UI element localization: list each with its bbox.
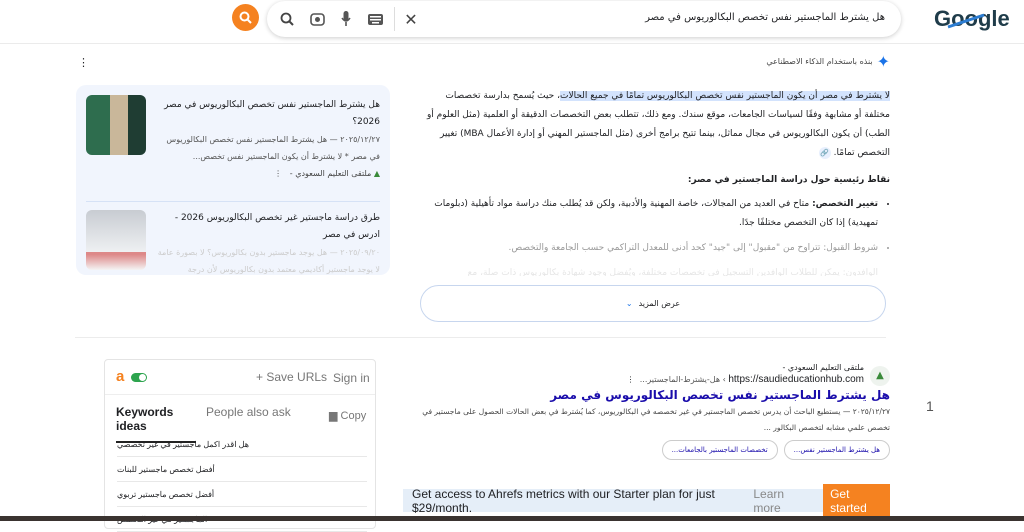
search-box[interactable]: هل يشترط الماجستير نفس تخصص البكالوريوس …: [267, 1, 901, 37]
chevron-down-icon: ⌄: [625, 299, 633, 308]
sources-panel: هل يشترط الماجستير نفس تخصص البكالوريوس …: [76, 85, 390, 275]
card-snippet: ٢٠٢٥/٠٩/٢٠ — هل يوجد ماجستير بدون بكالور…: [157, 248, 380, 274]
card-title: هل يشترط الماجستير نفس تخصص البكالوريوس …: [164, 100, 380, 127]
separator: [394, 7, 395, 31]
microphone-icon[interactable]: [337, 10, 355, 28]
keyword-item[interactable]: أفضل تخصص ماجستير تربوي: [117, 482, 367, 507]
more-options-icon[interactable]: ⋮: [274, 169, 282, 178]
divider: [75, 337, 886, 338]
ai-overview-label: بنذه باستخدام الذكاء الاصطناعي: [766, 57, 873, 66]
taskbar-strip: [0, 516, 1024, 521]
ai-overview: ✦ بنذه باستخدام الذكاء الاصطناعي لا يشترط…: [420, 52, 890, 282]
key-points-heading: نقاط رئيسية حول دراسة الماجستير في مصر:: [687, 175, 890, 185]
site-favicon: ▲: [373, 169, 380, 178]
copy-icon: ▆: [329, 410, 338, 422]
ahrefs-banner: Get access to Ahrefs metrics with our St…: [403, 483, 890, 518]
lens-icon[interactable]: [308, 10, 326, 28]
sign-in-link[interactable]: Sign in: [333, 371, 370, 385]
bullet-item: شروط القبول: تتراوح من "مقبول" إلى "جيد"…: [420, 239, 878, 258]
source-card[interactable]: طرق دراسة ماجستير غير تخصص البكالوريوس 2…: [86, 210, 380, 275]
result-title-link[interactable]: هل يشترط الماجستير نفس تخصص البكالوريوس …: [400, 388, 890, 402]
card-source: ملتقى التعليم السعودي -: [289, 169, 372, 178]
search-icon: [239, 11, 252, 24]
logo-doodle-stroke: [947, 13, 985, 29]
more-options-icon[interactable]: ⋮: [78, 56, 89, 69]
site-favicon: ▲: [870, 366, 890, 386]
learn-more-link[interactable]: Learn more: [753, 487, 808, 515]
search-result[interactable]: ▲ ملتقى التعليم السعودي - https://saudie…: [400, 362, 890, 460]
result-rank: 1: [926, 398, 934, 414]
card-title: طرق دراسة ماجستير غير تخصص البكالوريوس 2…: [174, 213, 380, 240]
tab-people-also-ask[interactable]: People also ask: [206, 405, 291, 419]
clear-icon[interactable]: ✕: [402, 10, 420, 29]
source-card[interactable]: هل يشترط الماجستير نفس تخصص البكالوريوس …: [86, 95, 380, 185]
toggle-switch[interactable]: [131, 373, 147, 382]
get-started-button[interactable]: Get started: [823, 483, 890, 518]
card-snippet: ٢٠٢٥/١٢/٢٧ — هل يشترط الماجستير نفس تخصص…: [166, 135, 380, 161]
more-options-icon[interactable]: ⋮: [627, 375, 635, 384]
plus-icon: +: [256, 370, 264, 384]
bullet-item: تغيير التخصص: متاح في العديد من المجالات…: [420, 195, 878, 233]
ahrefs-logo-icon: a: [116, 368, 125, 385]
search-submit-button[interactable]: [232, 4, 259, 31]
result-snippet: ٢٠٢٥/١٢/٢٧ — يستطيع الباحث أن يدرس تخصص …: [422, 407, 890, 432]
divider: [86, 201, 380, 202]
header: Google هل يشترط الماجستير نفس تخصص البكا…: [0, 0, 1024, 44]
search-icon[interactable]: [278, 10, 296, 28]
copy-button[interactable]: ▆ Copy: [329, 409, 366, 422]
link-icon[interactable]: 🔗: [818, 147, 831, 159]
sparkle-icon: ✦: [876, 52, 890, 71]
bullet-item: الوافدون: يمكن للطلاب الوافدين التسجيل ف…: [420, 264, 878, 276]
ai-answer: لا يشترط في مصر أن يكون الماجستير نفس تخ…: [426, 91, 890, 159]
site-name: ملتقى التعليم السعودي -: [782, 363, 864, 372]
related-chip[interactable]: هل يشترط الماجستير نفس...: [783, 440, 890, 460]
keyword-item[interactable]: هل اقدر اكمل ماجستير في غير تخصصي: [117, 432, 367, 457]
related-chip[interactable]: تخصصات الماجستير بالجامعات...: [661, 440, 778, 460]
google-logo[interactable]: Google: [934, 6, 1010, 32]
search-input[interactable]: هل يشترط الماجستير نفس تخصص البكالوريوس …: [645, 12, 885, 23]
show-more-button[interactable]: عرض المزيد ⌄: [420, 285, 886, 322]
keyword-item[interactable]: أفضل تخصص ماجستير للبنات: [117, 457, 367, 482]
ahrefs-panel: a + Save URLs Sign in Keywords ideas Peo…: [104, 359, 376, 532]
thumbnail-image: [86, 95, 146, 155]
result-url[interactable]: https://saudieducationhub.com: [728, 374, 864, 385]
save-urls-button[interactable]: + Save URLs: [256, 370, 327, 384]
keyboard-icon[interactable]: [366, 10, 384, 28]
thumbnail-image: [86, 210, 146, 270]
